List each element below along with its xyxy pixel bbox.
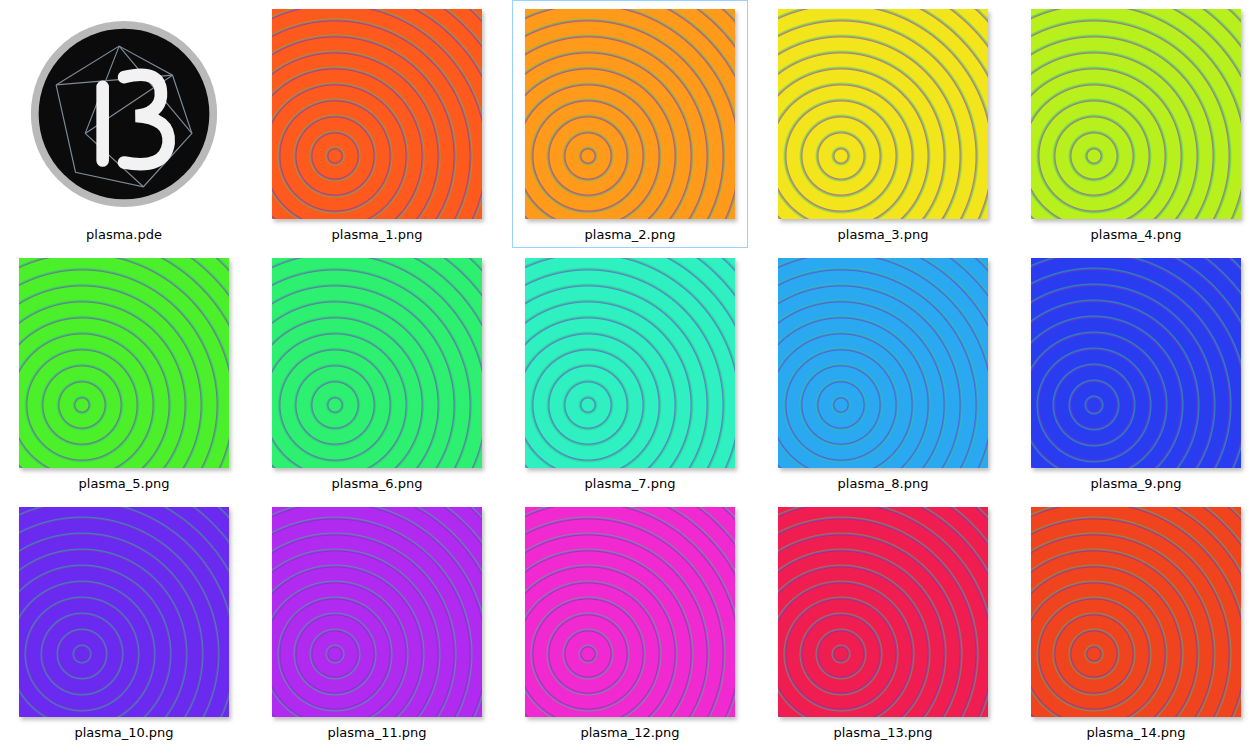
image-thumbnail [19,507,229,717]
file-item[interactable]: plasma_9.png [1018,249,1252,497]
file-name: plasma_9.png [1091,476,1182,492]
file-item[interactable]: plasma_8.png [765,249,1001,497]
file-icon-area [271,257,483,469]
file-icon-area [524,257,736,469]
file-icon-area [777,506,989,718]
image-thumbnail [1031,258,1241,468]
file-icon-area [18,506,230,718]
file-name: plasma_13.png [833,725,932,741]
image-thumbnail [778,9,988,219]
file-name: plasma_3.png [838,227,929,243]
image-thumbnail [272,9,482,219]
file-name: plasma_4.png [1091,227,1182,243]
file-item[interactable]: plasma_4.png [1018,0,1252,248]
file-item[interactable]: plasma_3.png [765,0,1001,248]
image-thumbnail [525,507,735,717]
image-thumbnail [272,507,482,717]
file-icon-area [524,8,736,220]
file-name: plasma_7.png [585,476,676,492]
file-icon-area [18,8,230,220]
file-icon-area [18,257,230,469]
file-icon-area [777,8,989,220]
file-icon-area [271,8,483,220]
file-icon-area [271,506,483,718]
processing-logo-icon [27,17,221,211]
file-item[interactable]: plasma_1.png [259,0,495,248]
file-icon-area [524,506,736,718]
file-item[interactable]: plasma_5.png [6,249,242,497]
file-icon-area [1030,506,1242,718]
image-thumbnail [1031,507,1241,717]
file-item[interactable]: plasma_11.png [259,498,495,746]
image-thumbnail [272,258,482,468]
file-icon-area [1030,257,1242,469]
file-name: plasma.pde [86,227,162,243]
image-thumbnail [778,258,988,468]
image-thumbnail [525,9,735,219]
image-thumbnail [19,258,229,468]
file-name: plasma_2.png [585,227,676,243]
file-name: plasma_12.png [580,725,679,741]
file-item[interactable]: plasma_2.png [512,0,748,248]
file-name: plasma_1.png [332,227,423,243]
file-item[interactable]: plasma_6.png [259,249,495,497]
image-thumbnail [778,507,988,717]
file-item[interactable]: plasma_10.png [6,498,242,746]
file-name: plasma_14.png [1086,725,1185,741]
file-name: plasma_6.png [332,476,423,492]
file-item[interactable]: plasma.pde [6,0,242,248]
file-item[interactable]: plasma_13.png [765,498,1001,746]
file-item[interactable]: plasma_7.png [512,249,748,497]
file-view: plasma.pdeplasma_1.pngplasma_2.pngplasma… [0,0,1252,752]
file-name: plasma_11.png [327,725,426,741]
file-item[interactable]: plasma_12.png [512,498,748,746]
file-name: plasma_10.png [74,725,173,741]
file-icon-area [777,257,989,469]
file-name: plasma_8.png [838,476,929,492]
image-thumbnail [1031,9,1241,219]
file-icon-area [1030,8,1242,220]
file-item[interactable]: plasma_14.png [1018,498,1252,746]
file-name: plasma_5.png [79,476,170,492]
image-thumbnail [525,258,735,468]
